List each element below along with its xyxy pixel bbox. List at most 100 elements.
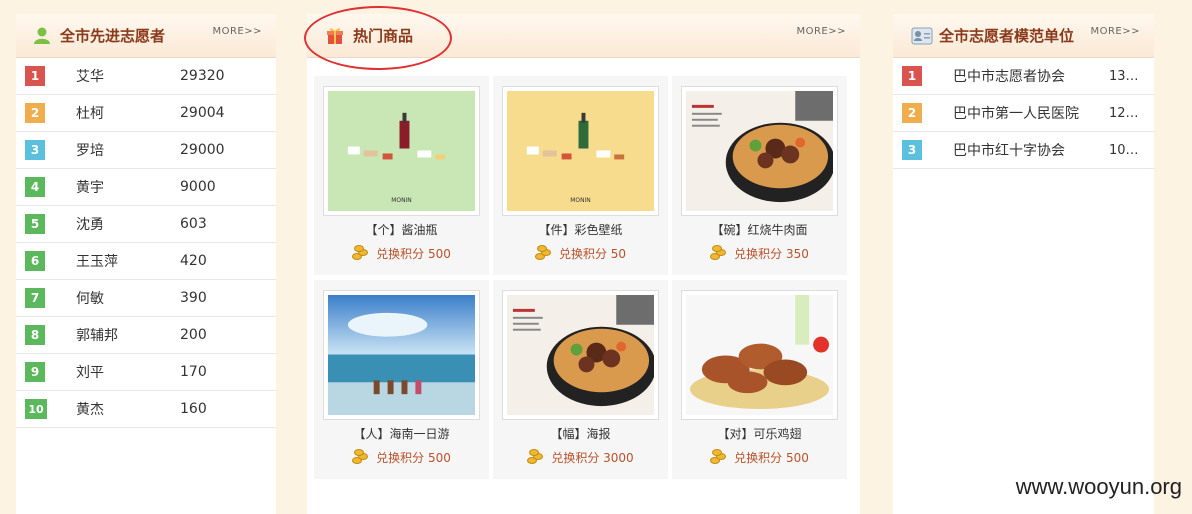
list-item[interactable]: 3 罗培 29000: [16, 132, 276, 169]
volunteer-score: 160: [180, 401, 207, 417]
unit-score: 10…: [1109, 142, 1139, 158]
goods-card[interactable]: MONIN 【个】酱油瓶兑换积分 500: [314, 76, 489, 275]
list-item[interactable]: 2 巴中市第一人民医院 12…: [893, 95, 1154, 132]
rank-badge: 5: [25, 214, 45, 234]
volunteer-list: 1 艾华 29320 2 杜柯 29004 3 罗培 29000 4 黄宇 9000 5 沈勇 603 6 王玉…: [16, 58, 276, 428]
goods-price: 兑换积分 350: [672, 244, 847, 262]
price-text: 兑换积分 500: [376, 450, 451, 465]
volunteer-name[interactable]: 艾华: [76, 66, 104, 86]
volunteer-score: 29000: [180, 142, 225, 158]
goods-card[interactable]: 【人】海南一日游兑换积分 500: [314, 280, 489, 479]
coin-icon: [534, 244, 553, 262]
goods-price: 兑换积分 3000: [493, 448, 668, 466]
volunteer-name[interactable]: 沈勇: [76, 214, 104, 234]
coin-icon: [352, 244, 370, 262]
unit-name[interactable]: 巴中市志愿者协会: [953, 66, 1065, 86]
list-item[interactable]: 8 郭辅邦 200: [16, 317, 276, 354]
svg-text:MONIN: MONIN: [391, 197, 411, 204]
price-text: 兑换积分 500: [376, 246, 451, 261]
goods-name[interactable]: 【人】海南一日游: [314, 425, 489, 442]
panel-title: 全市先进志愿者: [60, 27, 166, 45]
panel-header: 热门商品 MORE>>: [304, 6, 860, 70]
goods-image[interactable]: MONIN: [502, 86, 659, 216]
goods-name[interactable]: 【件】彩色壁纸: [493, 221, 668, 238]
goods-card[interactable]: 【幅】海报兑换积分 3000: [493, 280, 668, 479]
volunteer-name[interactable]: 郭辅邦: [76, 325, 118, 345]
goods-image[interactable]: [681, 290, 838, 420]
goods-name[interactable]: 【碗】红烧牛肉面: [672, 221, 847, 238]
goods-name[interactable]: 【个】酱油瓶: [314, 221, 489, 238]
goods-grid: MONIN 【个】酱油瓶兑换积分 500 MONIN 【件】彩色壁纸兑换积分 5…: [314, 76, 852, 482]
goods-price: 兑换积分 500: [672, 448, 847, 466]
unit-list: 1 巴中市志愿者协会 13… 2 巴中市第一人民医院 12… 3 巴中市红十字协会 10…: [893, 58, 1154, 169]
unit-name[interactable]: 巴中市第一人民医院: [953, 103, 1079, 123]
goods-card[interactable]: 【对】可乐鸡翅 兑换积分 500: [672, 280, 847, 479]
panel-title: 全市志愿者模范单位: [939, 27, 1075, 45]
list-item[interactable]: 9 刘平 170: [16, 354, 276, 391]
volunteer-score: 9000: [180, 179, 216, 195]
more-link[interactable]: MORE>>: [1090, 26, 1140, 37]
red-circle-annotation: [304, 6, 452, 70]
watermark: www.wooyun.org: [1015, 474, 1182, 499]
user-icon: [32, 26, 52, 46]
list-item[interactable]: 3 巴中市红十字协会 10…: [893, 132, 1154, 169]
rank-badge: 2: [902, 103, 922, 123]
hot-goods-panel: 热门商品 MORE>> MONIN 【个】酱油瓶兑换积分 500 MONIN 【…: [304, 6, 860, 514]
goods-price: 兑换积分 500: [314, 448, 489, 466]
goods-price: 兑换积分 50: [493, 244, 668, 262]
goods-card[interactable]: 【碗】红烧牛肉面兑换积分 350: [672, 76, 847, 275]
id-card-icon: [911, 26, 933, 46]
goods-card[interactable]: MONIN 【件】彩色壁纸兑换积分 50: [493, 76, 668, 275]
unit-name[interactable]: 巴中市红十字协会: [953, 140, 1065, 160]
list-item[interactable]: 5 沈勇 603: [16, 206, 276, 243]
rank-badge: 10: [25, 399, 47, 419]
rank-badge: 3: [25, 140, 45, 160]
volunteer-score: 420: [180, 253, 207, 269]
goods-image[interactable]: [502, 290, 659, 420]
volunteer-name[interactable]: 刘平: [76, 362, 104, 382]
coin-icon: [710, 244, 728, 262]
more-link[interactable]: MORE>>: [796, 26, 846, 37]
list-item[interactable]: 2 杜柯 29004: [16, 95, 276, 132]
volunteer-name[interactable]: 黄杰: [76, 399, 104, 419]
unit-score: 13…: [1109, 68, 1139, 84]
volunteer-name[interactable]: 王玉萍: [76, 251, 118, 271]
volunteer-score: 390: [180, 290, 207, 306]
price-text: 兑换积分 3000: [551, 450, 634, 465]
goods-image[interactable]: [323, 290, 480, 420]
price-text: 兑换积分 350: [734, 246, 809, 261]
volunteer-name[interactable]: 黄宇: [76, 177, 104, 197]
rank-badge: 9: [25, 362, 45, 382]
list-item[interactable]: 6 王玉萍 420: [16, 243, 276, 280]
volunteer-score: 200: [180, 327, 207, 343]
coin-icon: [710, 448, 728, 466]
rank-badge: 1: [902, 66, 922, 86]
goods-image[interactable]: [681, 86, 838, 216]
goods-name[interactable]: 【对】可乐鸡翅: [672, 425, 847, 442]
volunteer-score: 29004: [180, 105, 225, 121]
goods-name[interactable]: 【幅】海报: [493, 425, 668, 442]
list-item[interactable]: 10 黄杰 160: [16, 391, 276, 428]
coin-icon: [352, 448, 370, 466]
volunteer-name[interactable]: 罗培: [76, 140, 104, 160]
volunteer-score: 29320: [180, 68, 225, 84]
volunteer-name[interactable]: 杜柯: [76, 103, 104, 123]
rank-badge: 7: [25, 288, 45, 308]
rank-badge: 3: [902, 140, 922, 160]
volunteer-score: 603: [180, 216, 207, 232]
advanced-volunteers-panel: 全市先进志愿者 MORE>> 1 艾华 29320 2 杜柯 29004 3 罗培 29000 4…: [16, 14, 276, 514]
rank-badge: 6: [25, 251, 45, 271]
volunteer-name[interactable]: 何敏: [76, 288, 104, 308]
svg-text:MONIN: MONIN: [570, 197, 590, 204]
list-item[interactable]: 1 巴中市志愿者协会 13…: [893, 58, 1154, 95]
panel-header: 全市先进志愿者 MORE>>: [16, 14, 276, 58]
model-units-panel: 全市志愿者模范单位 MORE>> 1 巴中市志愿者协会 13… 2 巴中市第一人民医院 1…: [893, 14, 1154, 514]
coin-icon: [527, 448, 545, 466]
goods-image[interactable]: MONIN: [323, 86, 480, 216]
list-item[interactable]: 7 何敏 390: [16, 280, 276, 317]
price-text: 兑换积分 50: [558, 246, 627, 261]
list-item[interactable]: 1 艾华 29320: [16, 58, 276, 95]
list-item[interactable]: 4 黄宇 9000: [16, 169, 276, 206]
unit-score: 12…: [1109, 105, 1139, 121]
more-link[interactable]: MORE>>: [212, 26, 262, 37]
